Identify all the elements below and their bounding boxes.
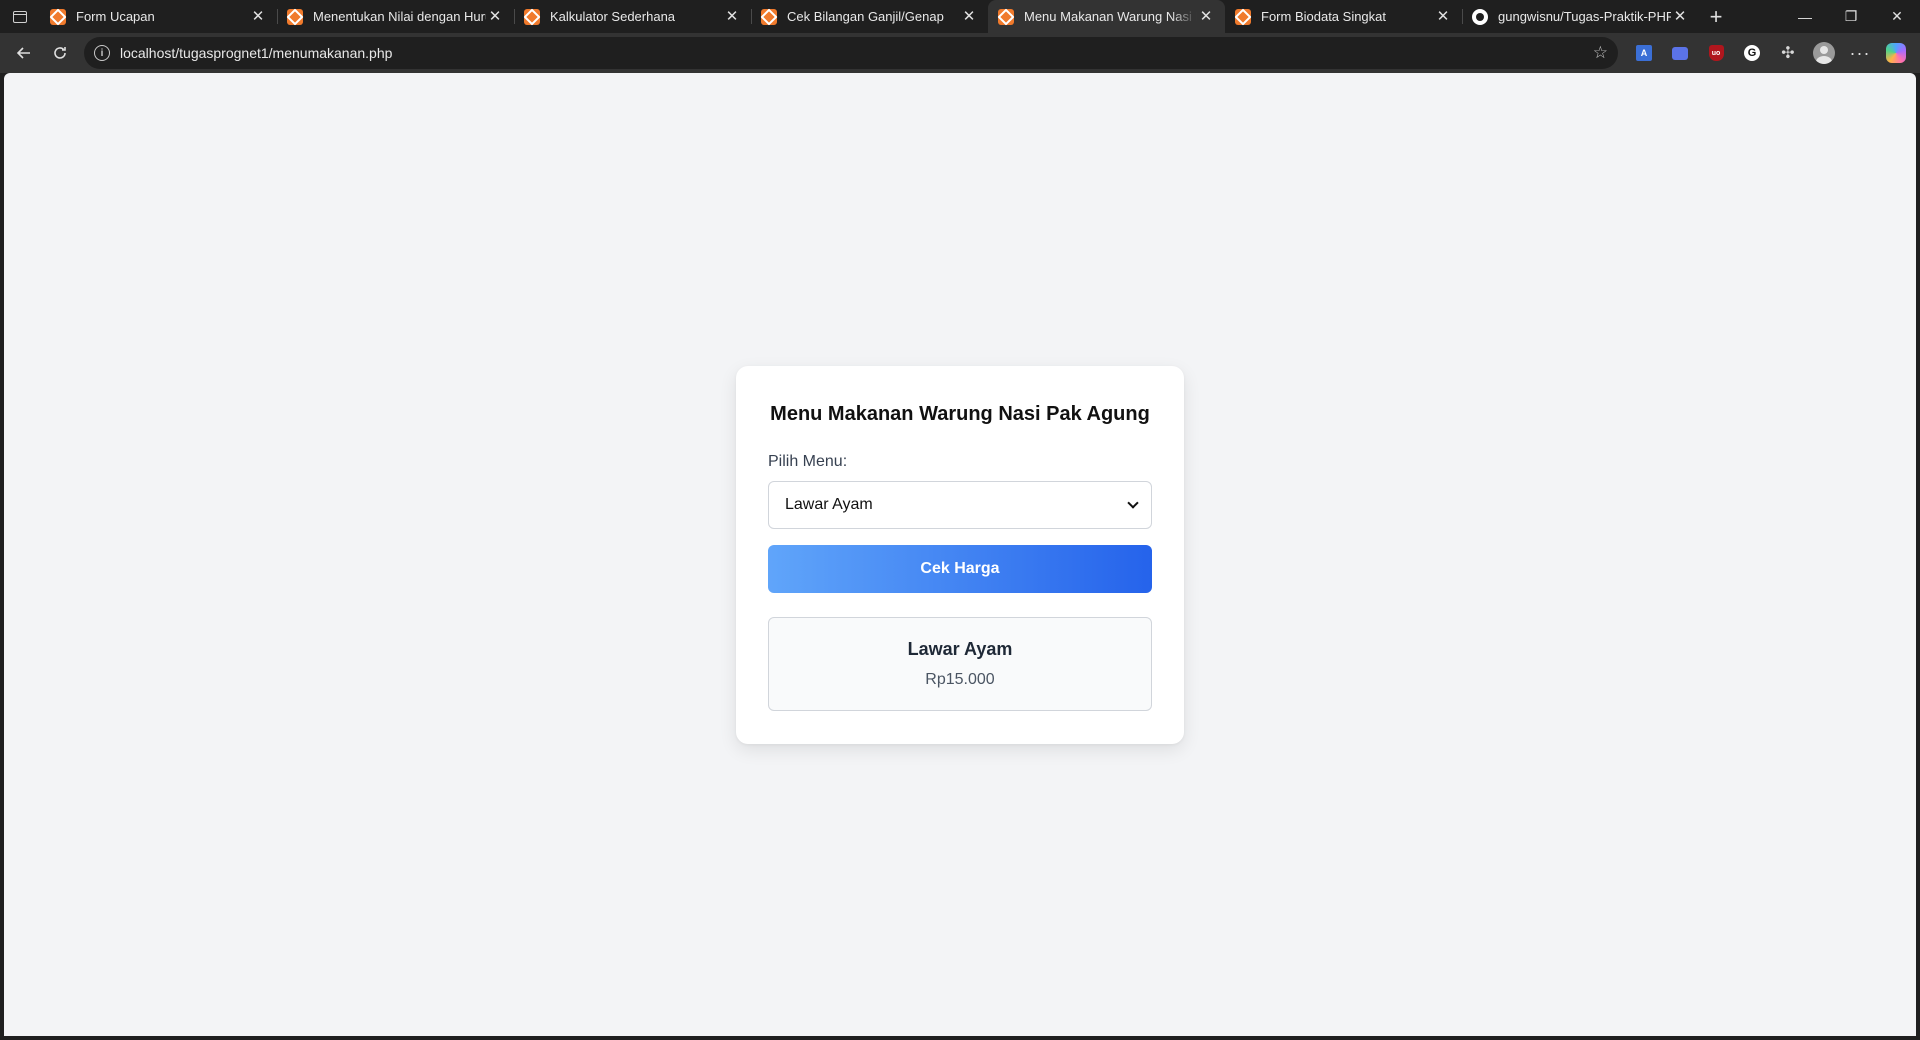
copilot-button[interactable] (1878, 37, 1914, 69)
back-button[interactable] (6, 37, 42, 69)
tab-title: Menentukan Nilai dengan Huruf (313, 9, 486, 24)
result-panel: Lawar Ayam Rp15.000 (768, 617, 1152, 711)
tab-cek-bilangan[interactable]: Cek Bilangan Ganjil/Genap ✕ (751, 0, 988, 33)
grammar-icon: G (1744, 45, 1760, 61)
avatar (1813, 42, 1835, 64)
tab-menentukan-nilai[interactable]: Menentukan Nilai dengan Huruf ✕ (277, 0, 514, 33)
xampp-icon (761, 8, 777, 25)
menu-card: Menu Makanan Warung Nasi Pak Agung Pilih… (736, 366, 1184, 744)
menu-select[interactable]: Lawar Ayam (768, 481, 1152, 529)
chevron-down-icon (1127, 497, 1139, 509)
result-menu-name: Lawar Ayam (907, 639, 1013, 659)
tab-title: Cek Bilangan Ganjil/Genap (787, 9, 944, 24)
close-icon[interactable]: ✕ (1671, 8, 1689, 26)
close-icon[interactable]: ✕ (960, 8, 978, 26)
menu-button[interactable]: ··· (1842, 37, 1878, 69)
translate-icon: A (1636, 45, 1652, 61)
xampp-icon (50, 8, 66, 25)
tab-strip: Form Ucapan ✕ Menentukan Nilai dengan Hu… (0, 0, 1920, 33)
check-price-button[interactable]: Cek Harga (768, 545, 1152, 593)
xampp-icon (524, 8, 540, 25)
github-icon (1472, 8, 1488, 25)
close-window-button[interactable]: ✕ (1874, 0, 1920, 33)
more-icon: ··· (1849, 42, 1871, 63)
star-icon[interactable]: ☆ (1593, 43, 1608, 63)
close-icon[interactable]: ✕ (486, 8, 504, 26)
tab-form-ucapan[interactable]: Form Ucapan ✕ (40, 0, 277, 33)
browser-toolbar: i localhost/tugasprognet1/menumakanan.ph… (0, 33, 1920, 73)
menu-select-label: Pilih Menu: (768, 453, 848, 470)
result-price: Rp15.000 (925, 671, 995, 688)
new-tab-button[interactable]: + (1699, 0, 1733, 33)
translate-extension-button[interactable]: A (1626, 37, 1662, 69)
chat-extension-button[interactable] (1662, 37, 1698, 69)
tab-form-biodata[interactable]: Form Biodata Singkat ✕ (1225, 0, 1462, 33)
reload-icon (54, 47, 66, 59)
tab-actions-button[interactable] (0, 0, 40, 33)
site-info-icon[interactable]: i (94, 45, 110, 61)
url-text[interactable]: localhost/tugasprognet1/menumakanan.php (120, 45, 1593, 61)
close-icon[interactable]: ✕ (1197, 8, 1215, 26)
menu-select-value: Lawar Ayam (785, 496, 873, 513)
tab-title: Kalkulator Sederhana (550, 9, 676, 24)
reload-button[interactable] (42, 37, 78, 69)
page-title: Menu Makanan Warung Nasi Pak Agung (770, 403, 1150, 425)
close-icon[interactable]: ✕ (249, 8, 267, 26)
close-icon[interactable]: ✕ (1434, 8, 1452, 26)
address-bar[interactable]: i localhost/tugasprognet1/menumakanan.ph… (84, 37, 1618, 69)
extensions-area: A uo G ✣ ··· (1626, 37, 1914, 69)
copilot-icon (1886, 43, 1906, 63)
tab-title: Form Biodata Singkat (1261, 9, 1387, 24)
back-arrow-icon (16, 47, 30, 59)
ublock-extension-button[interactable]: uo (1698, 37, 1734, 69)
page-viewport: Menu Makanan Warung Nasi Pak Agung Pilih… (4, 73, 1916, 1036)
extensions-button[interactable]: ✣ (1770, 37, 1806, 69)
grammar-extension-button[interactable]: G (1734, 37, 1770, 69)
xampp-icon (287, 8, 303, 25)
close-icon[interactable]: ✕ (723, 8, 741, 26)
window-controls: — ❐ ✕ (1782, 0, 1920, 33)
tab-github[interactable]: gungwisnu/Tugas-Praktik-PHP-D ✕ (1462, 0, 1699, 33)
chat-icon (1672, 46, 1688, 60)
ublock-icon: uo (1708, 45, 1724, 61)
restore-button[interactable]: ❐ (1828, 0, 1874, 33)
tab-title: gungwisnu/Tugas-Praktik-PHP-D (1498, 9, 1671, 24)
puzzle-icon: ✣ (1781, 45, 1795, 62)
xampp-icon (998, 8, 1014, 25)
tab-kalkulator-sederhana[interactable]: Kalkulator Sederhana ✕ (514, 0, 751, 33)
profile-button[interactable] (1806, 37, 1842, 69)
tab-actions-icon (13, 10, 27, 23)
tab-title: Form Ucapan (76, 9, 155, 24)
tab-menu-makanan[interactable]: Menu Makanan Warung Nasi Pak Agung ✕ (988, 0, 1225, 33)
xampp-icon (1235, 8, 1251, 25)
minimize-button[interactable]: — (1782, 0, 1828, 33)
tab-title: Menu Makanan Warung Nasi Pak Agung (1024, 9, 1197, 24)
